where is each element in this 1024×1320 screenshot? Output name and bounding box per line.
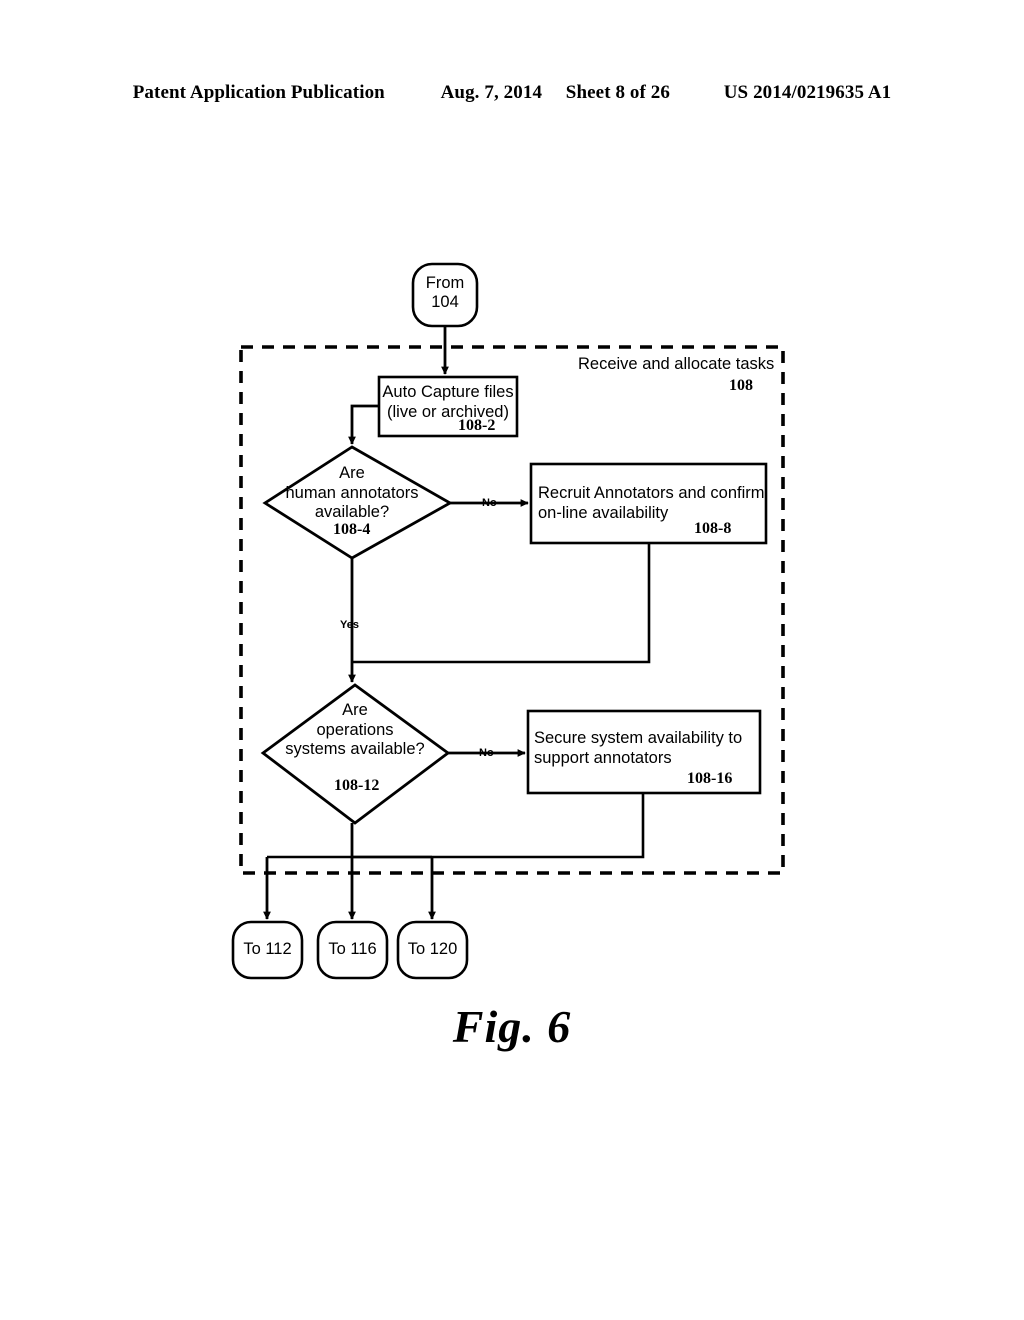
edge-recruit-return-to-trunk [352,543,651,664]
group-ref-108: 108 [729,377,753,394]
edge-label-annotators-no: No [482,497,497,509]
terminator-to-112-label: To 112 [243,940,292,958]
terminator-to-116-label: To 116 [328,940,377,958]
process-recruit-annotators-ref: 108-8 [694,520,732,537]
edge-label-annotators-yes: Yes [340,619,359,631]
figure-6-flowchart: From 104 Receive and allocate tasks 108 … [0,0,1024,1320]
flowchart-graphics [231,262,785,980]
group-label-108: Receive and allocate tasks [578,355,775,373]
edge-label-ops-no: No [479,747,494,759]
figure-caption: Fig. 6 [452,1001,572,1052]
decision-human-annotators-ref: 108-4 [333,521,371,538]
decision-operations-systems-label: Are operations systems available? [285,701,425,758]
terminator-from-104-label: From 104 [425,274,465,311]
process-auto-capture-label: Auto Capture files (live or archived) [382,383,514,421]
decision-human-annotators-label: Are human annotators available? [285,464,419,521]
process-secure-system-label: Secure system availability to support an… [534,729,743,767]
process-auto-capture-ref: 108-2 [458,417,496,434]
process-secure-system-ref: 108-16 [687,770,733,787]
terminator-to-120-label: To 120 [407,940,458,958]
edge-secure-return-to-bus [352,793,645,859]
edge-autocapture-to-decision1 [348,404,379,445]
decision-operations-systems-ref: 108-12 [334,777,380,794]
process-recruit-annotators-label: Recruit Annotators and confirm on-line a… [538,484,765,522]
